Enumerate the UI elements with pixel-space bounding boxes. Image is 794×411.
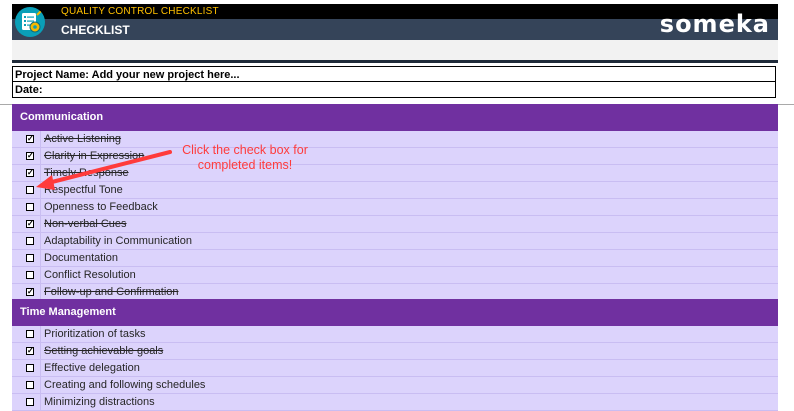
checkbox-checked[interactable]: ✓ [26, 135, 34, 143]
list-item: Openness to Feedback [12, 199, 778, 216]
list-item: Documentation [12, 250, 778, 267]
item-label: Openness to Feedback [44, 201, 158, 213]
list-item: Creating and following schedules [12, 377, 778, 394]
list-item: Prioritization of tasks [12, 326, 778, 343]
project-name-field[interactable]: Project Name: Add your new project here.… [12, 66, 776, 82]
header-spacer [12, 40, 778, 60]
date-field[interactable]: Date: [12, 82, 776, 98]
item-label: Timely Response [44, 167, 129, 179]
checkbox-checked[interactable]: ✓ [26, 169, 34, 177]
checkbox-unchecked[interactable] [26, 381, 34, 389]
section-header-time-management: Time Management [12, 299, 778, 326]
list-item: Adaptability in Communication [12, 233, 778, 250]
item-label: Non-verbal Cues [44, 218, 127, 230]
checkbox-unchecked[interactable] [26, 186, 34, 194]
brand-logo[interactable]: someka [660, 10, 770, 38]
item-label: Prioritization of tasks [44, 328, 146, 340]
annotation-line-1: Click the check box for [182, 143, 308, 157]
annotation-callout: Click the check box for completed items! [160, 143, 330, 173]
item-label: Documentation [44, 252, 118, 264]
item-label: Clarity in Expression [44, 150, 145, 162]
sheet-title: CHECKLIST [61, 23, 130, 37]
header-divider [12, 60, 778, 63]
list-item: ✓ Timely Response [12, 165, 778, 182]
checklist-gear-icon [15, 7, 45, 37]
checkbox-unchecked[interactable] [26, 271, 34, 279]
item-label: Adaptability in Communication [44, 235, 192, 247]
section-header-communication: Communication [12, 104, 778, 131]
list-item: ✓ Setting achievable goals [12, 343, 778, 360]
list-item: Conflict Resolution [12, 267, 778, 284]
item-label: Creating and following schedules [44, 379, 206, 391]
item-label: Conflict Resolution [44, 269, 136, 281]
header-banner: QUALITY CONTROL CHECKLIST CHECKLIST some… [12, 4, 778, 40]
checkbox-unchecked[interactable] [26, 398, 34, 406]
checkbox-checked[interactable]: ✓ [26, 152, 34, 160]
checkbox-checked[interactable]: ✓ [26, 347, 34, 355]
list-item: ✓ Clarity in Expression [12, 148, 778, 165]
list-item: Respectful Tone [12, 182, 778, 199]
list-item: Effective delegation [12, 360, 778, 377]
checkbox-unchecked[interactable] [26, 330, 34, 338]
item-label: Minimizing distractions [44, 396, 155, 408]
checkbox-unchecked[interactable] [26, 254, 34, 262]
app-title: QUALITY CONTROL CHECKLIST [61, 6, 219, 17]
annotation-line-2: completed items! [197, 158, 293, 172]
checkbox-checked[interactable]: ✓ [26, 288, 34, 296]
checkbox-unchecked[interactable] [26, 364, 34, 372]
item-label: Active Listening [44, 133, 122, 145]
item-label: Effective delegation [44, 362, 140, 374]
list-item: ✓ Non-verbal Cues [12, 216, 778, 233]
item-label: Respectful Tone [44, 184, 123, 196]
list-item: ✓ Active Listening [12, 131, 778, 148]
item-label: Setting achievable goals [44, 345, 164, 357]
checkbox-unchecked[interactable] [26, 203, 34, 211]
checkbox-unchecked[interactable] [26, 237, 34, 245]
checkbox-checked[interactable]: ✓ [26, 220, 34, 228]
list-item: Minimizing distractions [12, 394, 778, 411]
